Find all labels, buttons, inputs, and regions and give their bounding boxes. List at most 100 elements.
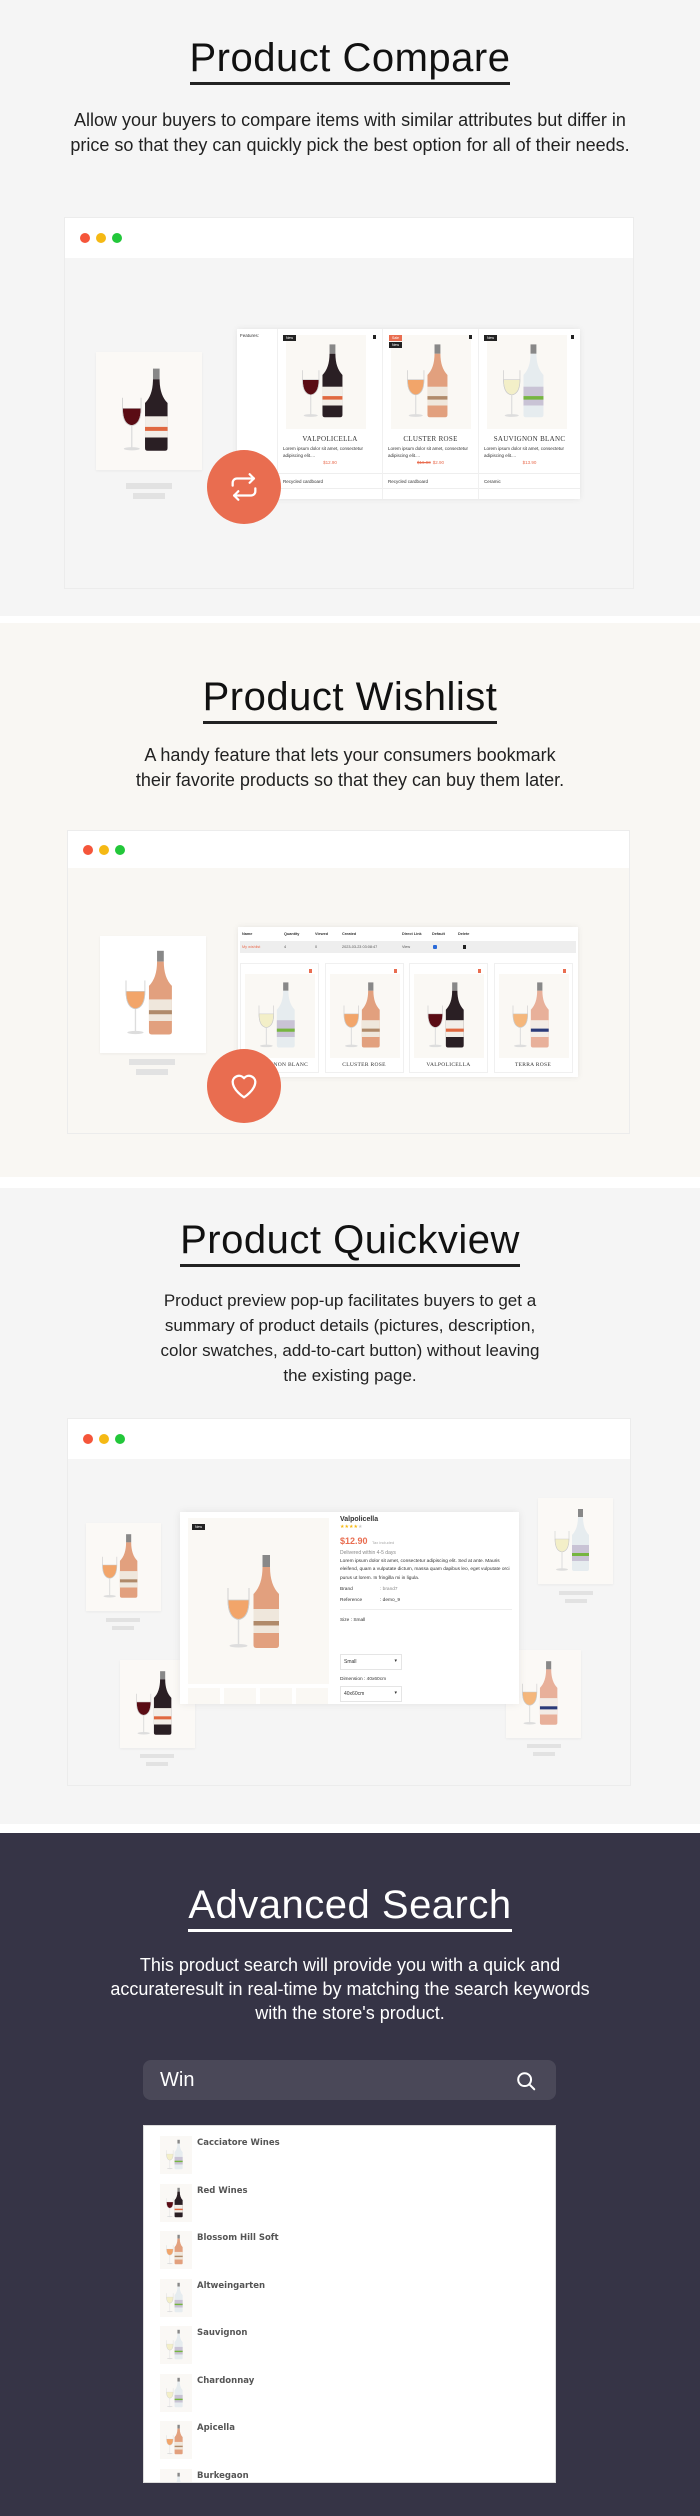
- dimension-label: Dimension : 40x60cm: [340, 1677, 387, 1682]
- section-description: Product preview pop-up facilitates buyer…: [160, 1291, 540, 1385]
- divider: [340, 1609, 512, 1611]
- section-title: Product Compare: [0, 36, 700, 85]
- dimension-select[interactable]: 40x60cm: [340, 1686, 402, 1702]
- wine-image: [542, 1501, 608, 1581]
- product-badge: Sale: [389, 335, 403, 341]
- delete-icon[interactable]: [393, 969, 397, 973]
- thumbnail[interactable]: [188, 1688, 220, 1704]
- compare-button[interactable]: [207, 450, 281, 524]
- product-card[interactable]: [96, 352, 202, 470]
- placeholder-bar: [565, 1599, 587, 1603]
- result-name: Cacciatore Wines: [197, 2138, 280, 2148]
- result-name: Sauvignon: [197, 2328, 248, 2338]
- product-card[interactable]: [538, 1498, 613, 1584]
- thumbnail[interactable]: [260, 1688, 292, 1704]
- quickview-section: Product Quickview Product preview pop-up…: [0, 1188, 700, 1824]
- compare-column: Sale New CLUSTER ROSE Lorem ipsum dolor sit…: [382, 329, 478, 499]
- wishlist-product[interactable]: CLUSTER ROSE: [324, 963, 404, 1073]
- result-name: Burkegaon: [197, 2470, 249, 2481]
- placeholder-bar: [129, 1059, 175, 1065]
- delete-icon[interactable]: [469, 335, 472, 339]
- search-icon[interactable]: [515, 2070, 537, 2092]
- result-name: Altweingarten: [197, 2280, 266, 2291]
- compare-section: Product Compare Allow your buyers to com…: [0, 0, 700, 616]
- wishlist-button[interactable]: [207, 1049, 281, 1123]
- delete-icon[interactable]: [309, 969, 312, 973]
- wine-image: [208, 1543, 308, 1663]
- product-image[interactable]: [487, 335, 567, 429]
- product-name[interactable]: SAUVIGNON BLANC: [479, 435, 580, 443]
- quickview-popup: New Valpolicella ★★★★★ $12.90 Tax includ…: [180, 1512, 519, 1704]
- maximize-dot[interactable]: [112, 233, 122, 243]
- product-name[interactable]: VALPOLICELLA: [278, 435, 382, 443]
- wishlist-name[interactable]: My wishlist: [242, 945, 260, 949]
- product-image: [329, 974, 400, 1058]
- product-card[interactable]: [86, 1523, 161, 1611]
- wishlist-product[interactable]: TERRA ROSE: [493, 963, 573, 1073]
- product-image[interactable]: [391, 335, 471, 429]
- wishlist-product[interactable]: VALPOLICELLA: [409, 963, 488, 1073]
- browser-titlebar: [68, 1419, 630, 1459]
- product-name[interactable]: CLUSTER ROSE: [383, 435, 478, 443]
- product-image: [498, 974, 569, 1058]
- wishlist-quantity: 4: [284, 945, 287, 949]
- product-material: Recycled cardboard: [388, 479, 429, 484]
- column-header: Quantity: [284, 932, 300, 936]
- placeholder-bar: [112, 1626, 134, 1630]
- product-card[interactable]: [100, 936, 206, 1053]
- maximize-dot[interactable]: [115, 1434, 125, 1444]
- minimize-dot[interactable]: [99, 845, 109, 855]
- product-name: VALPOLICELLA: [426, 1062, 471, 1068]
- price: $13.90: [522, 460, 537, 465]
- product-image: [414, 974, 484, 1058]
- placeholder-bar: [126, 483, 172, 489]
- placeholder-bar: [106, 1618, 140, 1622]
- product-price: $16.90 $2.90: [383, 460, 478, 465]
- delete-icon[interactable]: [571, 335, 574, 339]
- divider: [278, 473, 382, 474]
- product-material: Ceramic: [484, 479, 501, 484]
- delete-icon[interactable]: [463, 945, 466, 949]
- product-name: TERRA ROSE: [514, 1062, 552, 1068]
- maximize-dot[interactable]: [115, 845, 125, 855]
- size-select[interactable]: Small: [340, 1654, 402, 1670]
- product-price: $12.90: [278, 460, 382, 465]
- thumbnail[interactable]: [224, 1688, 256, 1704]
- brand-value: : brand7: [380, 1587, 398, 1593]
- delete-icon[interactable]: [478, 969, 481, 973]
- reference-label: Reference: [340, 1598, 363, 1604]
- price: $2.90: [432, 460, 445, 465]
- wishlist-table: Name Quantity Viewed Created Direct Link Defa…: [238, 927, 578, 1077]
- product-name: Valpolicella: [340, 1516, 379, 1523]
- column-header: Viewed: [315, 932, 329, 936]
- product-image[interactable]: [286, 335, 366, 429]
- product-description: Lorem ipsum dolor sit amet, consectetur …: [388, 446, 469, 458]
- result-thumbnail: [160, 2326, 192, 2364]
- wishlist-link[interactable]: View: [402, 945, 410, 949]
- wishlist-created: 2023-03-23 03:08:47: [342, 945, 378, 949]
- search-section: Advanced Search This product search will…: [0, 1833, 700, 2516]
- delete-icon[interactable]: [562, 969, 566, 973]
- section-description: Allow your buyers to compare items with …: [70, 110, 630, 155]
- section-title: Product Wishlist: [0, 675, 700, 724]
- divider: [479, 488, 580, 489]
- section-title: Product Quickview: [0, 1218, 700, 1267]
- thumbnail[interactable]: [296, 1688, 328, 1704]
- close-dot[interactable]: [83, 845, 93, 855]
- browser-titlebar: [68, 831, 629, 868]
- divider: [278, 488, 382, 489]
- minimize-dot[interactable]: [99, 1434, 109, 1444]
- wishlist-row[interactable]: My wishlist 4 0 2023-03-23 03:08:47 View: [240, 941, 576, 953]
- default-checkbox[interactable]: [433, 945, 437, 949]
- column-header: Created: [342, 932, 357, 936]
- placeholder-bar: [146, 1762, 168, 1766]
- search-input[interactable]: Win: [143, 2060, 556, 2100]
- placeholder-bar: [533, 1752, 555, 1756]
- close-dot[interactable]: [83, 1434, 93, 1444]
- delete-icon[interactable]: [373, 335, 376, 339]
- minimize-dot[interactable]: [96, 233, 106, 243]
- result-thumbnail: [160, 2231, 192, 2269]
- close-dot[interactable]: [80, 233, 90, 243]
- product-badge: New: [283, 335, 297, 341]
- product-material: Recycled cardboard: [283, 479, 324, 484]
